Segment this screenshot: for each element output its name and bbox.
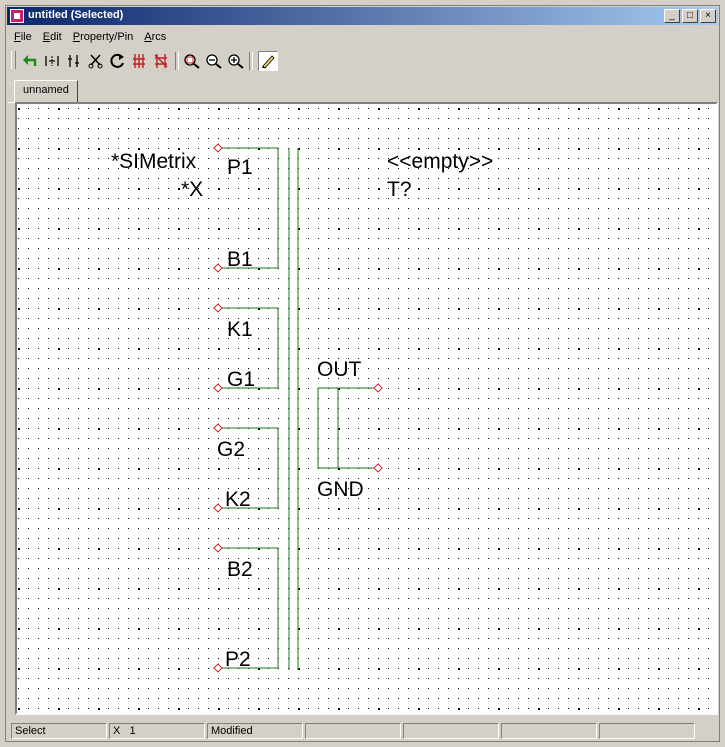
toolbar-separator xyxy=(175,52,179,70)
schematic-canvas[interactable]: *SIMetrix *X <<empty>> T? P1 B1 K1 G1 G2… xyxy=(15,102,718,715)
close-button[interactable]: × xyxy=(700,9,716,23)
menu-bar: File Edit Property/Pin Arcs xyxy=(8,28,171,46)
menu-file[interactable]: File xyxy=(8,28,37,46)
tab-bar: unnamed xyxy=(8,76,717,104)
pin-label-p2[interactable]: P2 xyxy=(225,648,251,671)
property-label-ref[interactable]: T? xyxy=(387,178,412,201)
pin-label-b1[interactable]: B1 xyxy=(227,248,253,271)
toolbar xyxy=(8,48,717,72)
zoom-out-icon[interactable] xyxy=(204,51,224,71)
app-icon xyxy=(10,9,24,23)
pin-label-gnd[interactable]: GND xyxy=(317,478,364,501)
pin-label-g1[interactable]: G1 xyxy=(227,368,255,391)
menu-property-pin[interactable]: Property/Pin xyxy=(67,28,139,46)
delete-pin-icon[interactable] xyxy=(152,51,172,71)
status-panel xyxy=(403,723,499,739)
pin-label-out[interactable]: OUT xyxy=(317,358,362,381)
pin-label-g2[interactable]: G2 xyxy=(217,438,245,461)
menu-arcs[interactable]: Arcs xyxy=(138,28,171,46)
pin-marker[interactable] xyxy=(213,383,223,393)
minimize-button[interactable]: _ xyxy=(664,9,680,23)
pin-marker[interactable] xyxy=(373,383,383,393)
cut-icon[interactable] xyxy=(86,51,106,71)
symbol-drawing[interactable]: *SIMetrix *X <<empty>> T? P1 B1 K1 G1 G2… xyxy=(17,104,716,713)
window-title: untitled (Selected) xyxy=(28,9,124,21)
symbol-wires xyxy=(218,147,378,670)
zoom-box-icon[interactable] xyxy=(182,51,202,71)
status-bar: Select X 1 Modified xyxy=(9,723,716,741)
status-state: Modified xyxy=(207,723,303,739)
pin-marker[interactable] xyxy=(213,423,223,433)
menu-edit[interactable]: Edit xyxy=(37,28,67,46)
maximize-button[interactable]: □ xyxy=(682,9,698,23)
status-panel xyxy=(305,723,401,739)
property-label-x[interactable]: *X xyxy=(181,178,203,201)
status-mode: Select xyxy=(11,723,107,739)
pin-marker[interactable] xyxy=(213,503,223,513)
undo-icon[interactable] xyxy=(20,51,40,71)
status-x: X 1 xyxy=(109,723,205,739)
pencil-icon[interactable] xyxy=(258,51,278,71)
flip-vertical-icon[interactable] xyxy=(64,51,84,71)
property-label-simetrix[interactable]: *SIMetrix xyxy=(111,150,197,173)
pin-marker[interactable] xyxy=(213,263,223,273)
pin-label-k2[interactable]: K2 xyxy=(225,488,251,511)
tab-unnamed[interactable]: unnamed xyxy=(14,80,78,104)
pin-icon[interactable] xyxy=(130,51,150,71)
zoom-in-icon[interactable] xyxy=(226,51,246,71)
grid-dots xyxy=(18,108,709,710)
title-bar[interactable]: untitled (Selected) _ □ × xyxy=(7,7,718,25)
pin-marker[interactable] xyxy=(373,463,383,473)
pin-marker[interactable] xyxy=(213,143,223,153)
status-panel xyxy=(501,723,597,739)
flip-horizontal-icon[interactable] xyxy=(42,51,62,71)
toolbar-separator xyxy=(249,52,253,70)
app-window: untitled (Selected) _ □ × File Edit Prop… xyxy=(5,5,720,742)
pin-marker[interactable] xyxy=(213,543,223,553)
toolbar-grip[interactable] xyxy=(11,51,16,69)
pin-label-b2[interactable]: B2 xyxy=(227,558,253,581)
status-panel xyxy=(599,723,695,739)
pin-marker[interactable] xyxy=(213,303,223,313)
pin-label-p1[interactable]: P1 xyxy=(227,156,253,179)
pin-marker[interactable] xyxy=(213,663,223,673)
property-label-empty[interactable]: <<empty>> xyxy=(387,150,493,173)
pin-label-k1[interactable]: K1 xyxy=(227,318,253,341)
rotate-icon[interactable] xyxy=(108,51,128,71)
